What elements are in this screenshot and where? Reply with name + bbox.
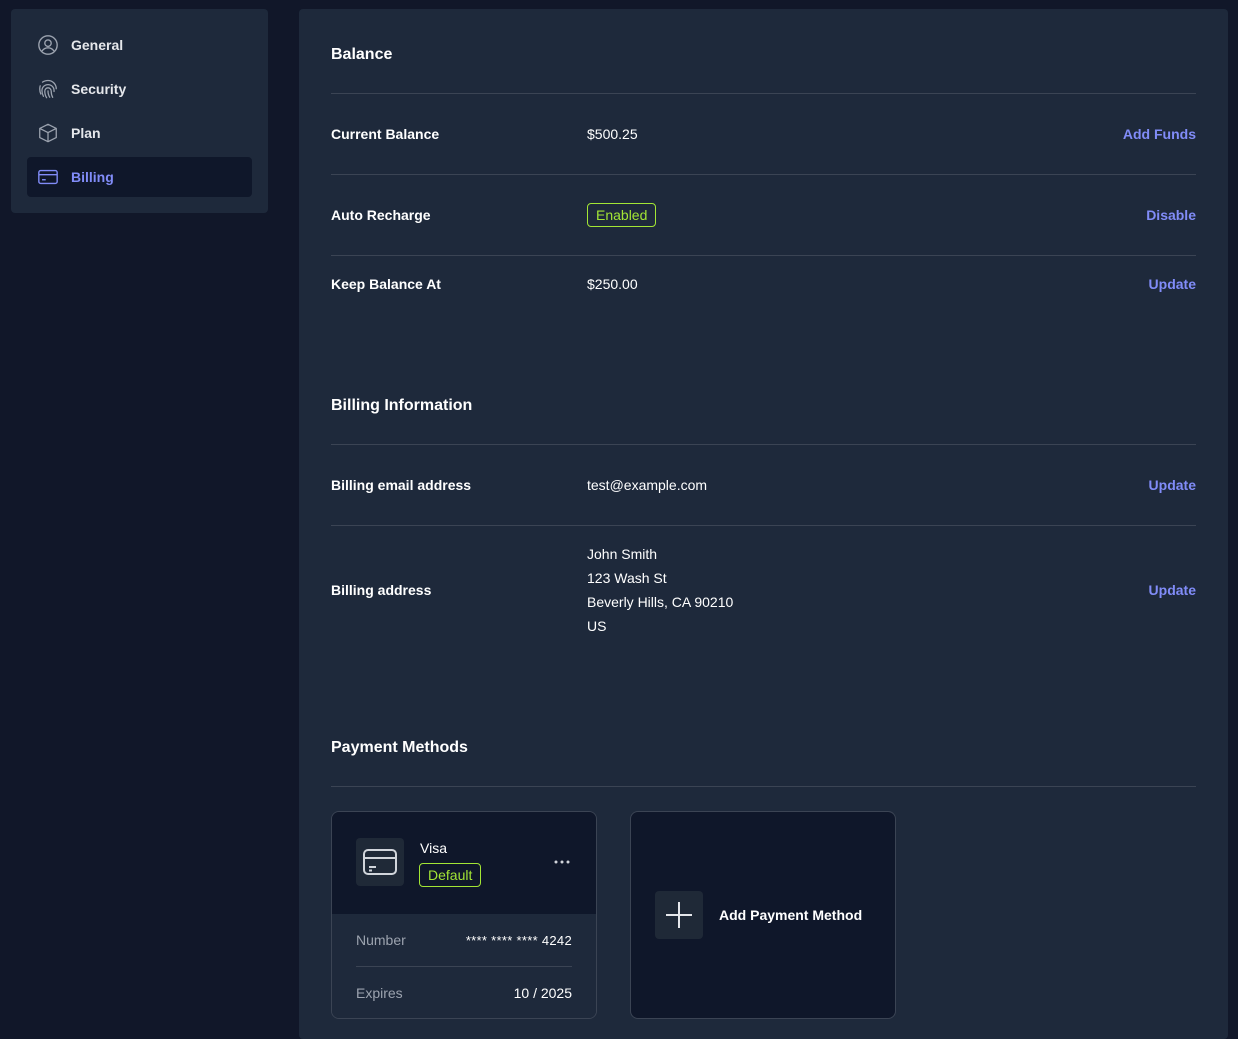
section-title-text: Balance bbox=[331, 46, 393, 63]
address-line: 123 Wash St bbox=[587, 570, 667, 586]
address-line: Beverly Hills, CA 90210 bbox=[587, 594, 734, 610]
row-label: Auto Recharge bbox=[331, 207, 431, 223]
settings-sidebar: General Security Plan Billing bbox=[11, 9, 268, 213]
plus-icon bbox=[655, 891, 703, 939]
ellipsis-icon[interactable] bbox=[552, 852, 572, 872]
billing-info-rows: Billing email address test@example.com U… bbox=[331, 445, 1196, 654]
card-brand-name: Visa bbox=[420, 840, 447, 856]
sidebar-item-label: Security bbox=[71, 81, 127, 97]
disable-link[interactable]: Disable bbox=[1146, 207, 1196, 223]
balance-row-auto-recharge: Auto Recharge Enabled Disable bbox=[331, 175, 1196, 256]
billing-address-row: Billing address John Smith 123 Wash St B… bbox=[331, 526, 1196, 654]
balance-section-title: Balance bbox=[331, 46, 392, 64]
credit-card-icon bbox=[37, 166, 59, 188]
row-label: Keep Balance At bbox=[331, 276, 441, 292]
sidebar-item-security[interactable]: Security bbox=[27, 69, 252, 109]
address-line: US bbox=[587, 618, 607, 634]
section-title-text: Billing Information bbox=[331, 397, 473, 414]
cube-icon bbox=[37, 122, 59, 144]
row-label: Billing address bbox=[331, 582, 432, 598]
row-value: Enabled bbox=[587, 203, 1146, 227]
add-funds-link[interactable]: Add Funds bbox=[1123, 126, 1196, 142]
billing-info-section-title: Billing Information bbox=[331, 397, 472, 415]
keep-balance-value: $250.00 bbox=[587, 276, 638, 292]
default-badge: Default bbox=[419, 863, 482, 887]
update-address-link[interactable]: Update bbox=[1149, 582, 1196, 598]
sidebar-item-label: Plan bbox=[71, 125, 101, 141]
balance-row-current: Current Balance $500.25 Add Funds bbox=[331, 94, 1196, 175]
update-keep-balance-link[interactable]: Update bbox=[1149, 276, 1196, 292]
add-payment-method-button[interactable]: Add Payment Method bbox=[630, 811, 896, 1019]
card-expires-value: 10 / 2025 bbox=[513, 985, 572, 1001]
card-number-label: Number bbox=[356, 932, 406, 948]
card-number-value: **** **** **** 4242 bbox=[465, 932, 572, 948]
billing-address-value: John Smith 123 Wash St Beverly Hills, CA… bbox=[587, 542, 1149, 638]
section-divider bbox=[331, 786, 1196, 787]
current-balance-value: $500.25 bbox=[587, 126, 638, 142]
user-circle-icon bbox=[37, 34, 59, 56]
sidebar-item-plan[interactable]: Plan bbox=[27, 113, 252, 153]
payment-method-card: Visa Default Number **** **** **** 4242 … bbox=[331, 811, 597, 1019]
payment-methods-section-title: Payment Methods bbox=[331, 739, 468, 757]
billing-email-value: test@example.com bbox=[587, 477, 708, 493]
sidebar-item-general[interactable]: General bbox=[27, 25, 252, 65]
card-expires-row: Expires 10 / 2025 bbox=[356, 967, 572, 1018]
card-brand-icon bbox=[356, 838, 404, 886]
section-title-text: Payment Methods bbox=[331, 739, 468, 756]
card-expires-label: Expires bbox=[356, 985, 403, 1001]
billing-email-row: Billing email address test@example.com U… bbox=[331, 445, 1196, 526]
sidebar-item-label: Billing bbox=[71, 169, 114, 185]
billing-panel: Balance Current Balance $500.25 Add Fund… bbox=[299, 9, 1228, 1039]
sidebar-item-billing[interactable]: Billing bbox=[27, 157, 252, 197]
fingerprint-icon bbox=[37, 78, 59, 100]
row-label: Current Balance bbox=[331, 126, 440, 142]
card-badge-wrap: Default bbox=[419, 863, 482, 887]
address-line: John Smith bbox=[587, 546, 658, 562]
update-email-link[interactable]: Update bbox=[1149, 477, 1196, 493]
card-details: Number **** **** **** 4242 Expires 10 / … bbox=[332, 914, 596, 1018]
add-payment-method-label: Add Payment Method bbox=[719, 907, 863, 923]
row-label: Billing email address bbox=[331, 477, 472, 493]
sidebar-item-label: General bbox=[71, 37, 124, 53]
enabled-status-badge: Enabled bbox=[587, 203, 657, 227]
balance-row-keep-balance: Keep Balance At $250.00 Update bbox=[331, 256, 1196, 314]
card-header: Visa Default bbox=[332, 812, 596, 914]
balance-rows: Current Balance $500.25 Add Funds Auto R… bbox=[331, 94, 1196, 314]
card-number-row: Number **** **** **** 4242 bbox=[356, 914, 572, 966]
